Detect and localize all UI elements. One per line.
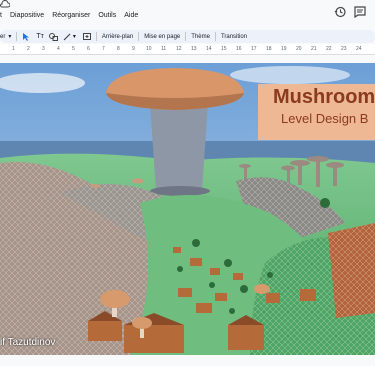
menu-arrange[interactable]: Réorganiser: [52, 12, 90, 19]
textbox-icon: Tт: [36, 33, 44, 40]
menu-bar: t Diapositive Réorganiser Outils Aide: [0, 0, 375, 30]
ruler-tick: 24: [356, 46, 362, 52]
shape-icon: [48, 32, 58, 41]
bottom-bar: [0, 355, 375, 366]
layout-button[interactable]: Mise en page: [144, 30, 180, 43]
slide-author[interactable]: if Tazutdinov: [0, 337, 55, 348]
divider: [185, 32, 187, 41]
zoom-label: er: [0, 33, 6, 40]
ruler-tick: 13: [191, 46, 197, 52]
ruler: 1 2 3 4 5 6 7 8 9 10 11 12 13 14 15 16 1…: [0, 44, 375, 55]
transition-label: Transition: [220, 33, 248, 40]
slide-subtitle[interactable]: Level Design B: [281, 111, 368, 126]
line-icon: [63, 33, 71, 40]
ruler-tick: 4: [57, 46, 60, 52]
ruler-tick: 7: [102, 46, 105, 52]
ruler-tick: 14: [206, 46, 212, 52]
ruler-tick: 19: [281, 46, 287, 52]
menu-tools[interactable]: Outils: [98, 12, 116, 19]
transition-button[interactable]: Transition: [221, 30, 247, 43]
ruler-tick: 21: [311, 46, 317, 52]
ruler-tick: 23: [341, 46, 347, 52]
menu-slide[interactable]: Diapositive: [10, 12, 44, 19]
ruler-tick: 2: [27, 46, 30, 52]
ruler-tick: 17: [251, 46, 257, 52]
comment-add-tool[interactable]: [82, 30, 91, 43]
ruler-tick: 18: [266, 46, 272, 52]
toolbar: er ▾ Tт ▾ Arrière-plan Mise en page Thèm…: [0, 30, 375, 43]
textbox-tool[interactable]: Tт: [36, 30, 43, 43]
divider: [16, 32, 18, 41]
menu-insert[interactable]: t: [0, 12, 2, 19]
chevron-down-icon: ▾: [8, 34, 12, 40]
slide-title[interactable]: Mushroom: [273, 86, 375, 109]
ruler-tick: 6: [87, 46, 90, 52]
ruler-tick: 5: [72, 46, 75, 52]
comment-icon[interactable]: [354, 6, 366, 18]
layout-label: Mise en page: [144, 33, 181, 40]
ruler-tick: 12: [176, 46, 182, 52]
cursor-icon: [23, 32, 30, 41]
ruler-tick: 15: [221, 46, 227, 52]
background-label: Arrière-plan: [101, 33, 134, 40]
line-tool[interactable]: ▾: [63, 30, 76, 43]
theme-label: Thème: [191, 33, 210, 40]
ruler-tick: 22: [326, 46, 332, 52]
ruler-tick: 10: [146, 46, 152, 52]
image-tool[interactable]: [48, 30, 58, 43]
ruler-tick: 9: [132, 46, 135, 52]
ruler-tick: 8: [117, 46, 120, 52]
divider: [138, 32, 140, 41]
theme-button[interactable]: Thème: [191, 30, 210, 43]
ruler-tick: 11: [161, 46, 167, 52]
cloud-saved-icon[interactable]: [0, 0, 10, 8]
ruler-tick: 3: [42, 46, 45, 52]
select-tool[interactable]: [22, 30, 30, 43]
divider: [95, 32, 97, 41]
menu-items: t Diapositive Réorganiser Outils Aide: [0, 12, 138, 19]
history-icon[interactable]: [334, 6, 346, 18]
background-button[interactable]: Arrière-plan: [102, 30, 133, 43]
ruler-tick: 1: [12, 46, 15, 52]
add-comment-icon: [82, 32, 91, 40]
chevron-down-icon: ▾: [72, 34, 76, 40]
menu-help[interactable]: Aide: [124, 12, 138, 19]
ruler-tick: 20: [296, 46, 302, 52]
divider: [214, 32, 216, 41]
zoom-control[interactable]: er ▾: [0, 30, 11, 43]
ruler-tick: 16: [236, 46, 242, 52]
